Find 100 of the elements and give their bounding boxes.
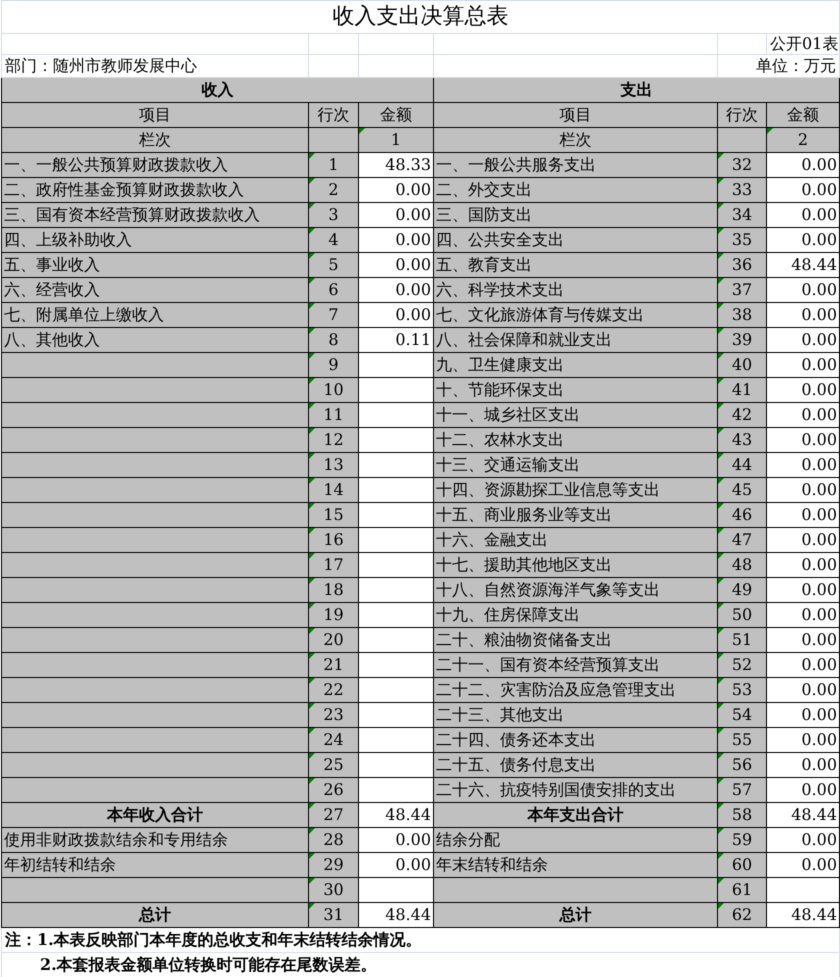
table-cell: 一、一般公共服务支出	[434, 152, 718, 178]
error-indicator-icon	[309, 278, 315, 284]
table-cell: 17	[308, 552, 358, 578]
table-cell: 39	[718, 328, 766, 352]
error-indicator-icon	[718, 253, 724, 259]
table-cell: 二、外交支出	[434, 178, 718, 202]
error-indicator-icon	[718, 478, 724, 484]
unit-label: 单位：万元	[718, 54, 840, 78]
error-indicator-icon	[718, 378, 724, 384]
error-indicator-icon	[309, 403, 315, 409]
table-cell: 44	[718, 452, 766, 478]
note-text: 2.本套报表金额单位转换时可能存在尾数误差。	[2, 952, 840, 977]
error-indicator-icon	[309, 753, 315, 759]
table-cell: 0.00	[766, 152, 840, 178]
table-cell: 20	[308, 628, 358, 652]
table-cell: 45	[718, 478, 766, 502]
table-cell: 58	[718, 802, 766, 828]
table-cell: 五、教育支出	[434, 252, 718, 278]
error-indicator-icon	[309, 503, 315, 509]
table-cell: 0.00	[766, 678, 840, 702]
table-cell: 0.00	[766, 828, 840, 852]
error-indicator-icon	[309, 678, 315, 684]
table-cell: 51	[718, 628, 766, 652]
table-cell: 9	[308, 352, 358, 378]
table-cell: 0.00	[766, 402, 840, 428]
table-cell: 二十三、其他支出	[434, 702, 718, 728]
column-header: 金额	[358, 102, 434, 128]
error-indicator-icon	[309, 603, 315, 609]
error-indicator-icon	[309, 628, 315, 634]
table-cell: 3	[308, 202, 358, 228]
error-indicator-icon	[718, 603, 724, 609]
table-cell: 2	[308, 178, 358, 202]
table-cell: 0.00	[766, 602, 840, 628]
table-cell: 7	[308, 302, 358, 328]
table-cell: 十、节能环保支出	[434, 378, 718, 402]
table-cell: 46	[718, 502, 766, 528]
error-indicator-icon	[718, 303, 724, 309]
error-indicator-icon	[309, 528, 315, 534]
table-cell: 40	[718, 352, 766, 378]
table-cell: 0.00	[358, 302, 434, 328]
table-cell: 0.00	[766, 628, 840, 652]
department-label: 部门：随州市教师发展中心	[2, 54, 308, 78]
table-cell: 二、政府性基金预算财政拨款收入	[2, 178, 308, 202]
table-cell: 35	[718, 228, 766, 252]
table-cell: 二十六、抗疫特别国债安排的支出	[434, 778, 718, 802]
table-cell: 27	[308, 802, 358, 828]
error-indicator-icon	[309, 153, 315, 159]
table-cell: 32	[718, 152, 766, 178]
error-indicator-icon	[309, 553, 315, 559]
table-cell: 56	[718, 752, 766, 778]
table-cell: 八、其他收入	[2, 328, 308, 352]
error-indicator-icon	[309, 853, 315, 859]
table-cell: 5	[308, 252, 358, 278]
table-cell: 0.00	[766, 652, 840, 678]
table-cell: 26	[308, 778, 358, 802]
table-cell: 23	[308, 702, 358, 728]
error-indicator-icon	[309, 378, 315, 384]
table-cell: 48.44	[766, 902, 840, 928]
table-cell: 二十一、国有资本经营预算支出	[434, 652, 718, 678]
table-cell: 1	[308, 152, 358, 178]
table-cell: 19	[308, 602, 358, 628]
table-cell: 2	[766, 128, 840, 152]
error-indicator-icon	[718, 828, 724, 834]
error-indicator-icon	[309, 653, 315, 659]
table-cell: 十一、城乡社区支出	[434, 402, 718, 428]
error-indicator-icon	[718, 203, 724, 209]
table-cell: 三、国防支出	[434, 202, 718, 228]
error-indicator-icon	[718, 728, 724, 734]
table-cell: 年初结转和结余	[2, 852, 308, 878]
table-cell: 总计	[2, 902, 308, 928]
table-cell: 栏次	[434, 128, 718, 152]
error-indicator-icon	[309, 203, 315, 209]
error-indicator-icon	[718, 153, 724, 159]
table-cell: 12	[308, 428, 358, 452]
error-indicator-icon	[718, 403, 724, 409]
table-cell: 10	[308, 378, 358, 402]
table-cell: 0.00	[766, 752, 840, 778]
column-header: 行次	[718, 102, 766, 128]
column-header: 项目	[434, 102, 718, 128]
table-cell: 0.00	[766, 302, 840, 328]
error-indicator-icon	[309, 428, 315, 434]
error-indicator-icon	[718, 503, 724, 509]
error-indicator-icon	[309, 353, 315, 359]
section-header: 支出	[434, 78, 840, 102]
table-cell: 总计	[434, 902, 718, 928]
table-cell: 十九、住房保障支出	[434, 602, 718, 628]
error-indicator-icon	[309, 178, 315, 184]
table-cell: 0.00	[358, 252, 434, 278]
table-cell: 59	[718, 828, 766, 852]
table-cell: 结余分配	[434, 828, 718, 852]
column-header: 行次	[308, 102, 358, 128]
table-cell: 57	[718, 778, 766, 802]
table-cell: 43	[718, 428, 766, 452]
table-cell: 十五、商业服务业等支出	[434, 502, 718, 528]
table-cell: 本年支出合计	[434, 802, 718, 828]
error-indicator-icon	[718, 428, 724, 434]
table-cell: 二十五、债务付息支出	[434, 752, 718, 778]
table-cell: 0.00	[766, 428, 840, 452]
table-cell: 八、社会保障和就业支出	[434, 328, 718, 352]
error-indicator-icon	[718, 528, 724, 534]
